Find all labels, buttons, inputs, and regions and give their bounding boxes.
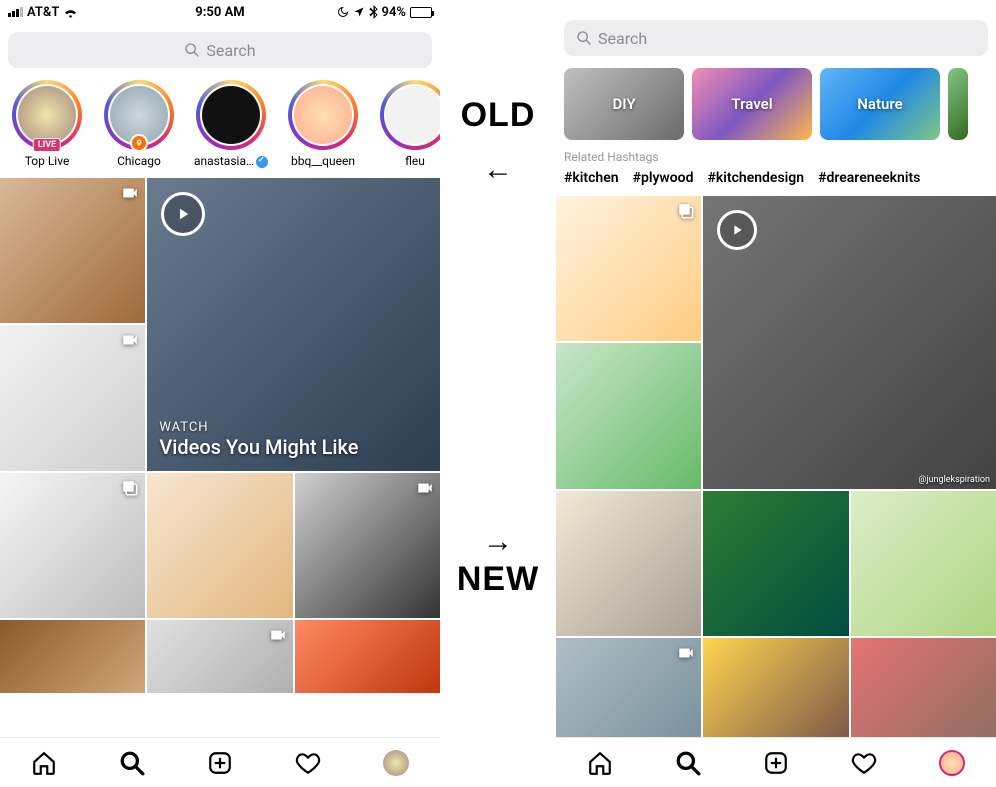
location-arrow-icon — [353, 6, 365, 18]
topic-travel[interactable]: Travel — [692, 68, 812, 140]
grid-cell[interactable] — [147, 620, 292, 693]
nav-search[interactable] — [675, 750, 701, 776]
nav-activity[interactable] — [295, 750, 321, 776]
old-label: OLD — [461, 96, 536, 135]
topic-more[interactable] — [948, 68, 968, 140]
search-input[interactable]: Search — [564, 20, 988, 56]
featured-video-card[interactable]: WATCH Videos You Might Like — [147, 178, 440, 471]
story-bbq-queen[interactable]: bbq__queen — [284, 80, 362, 168]
video-icon — [121, 184, 139, 202]
nav-new-post[interactable] — [763, 750, 789, 776]
carrier-label: AT&T — [27, 5, 59, 20]
hashtag[interactable]: #plywood — [633, 170, 694, 186]
moon-icon — [337, 6, 349, 18]
bluetooth-icon — [369, 5, 378, 19]
story-fleur[interactable]: fleu — [376, 80, 440, 168]
explore-grid-new[interactable]: @junglekspiration — [556, 196, 996, 787]
status-bar: AT&T 9:50 AM 94% — [0, 0, 440, 24]
wifi-icon — [63, 7, 78, 18]
story-label: anastasia… — [194, 154, 268, 168]
hashtag-row[interactable]: #kitchen #plywood #kitchendesign #dreare… — [556, 170, 996, 196]
grid-cell[interactable] — [0, 325, 145, 470]
video-icon — [121, 331, 139, 349]
explore-grid-old[interactable]: WATCH Videos You Might Like — [0, 178, 440, 743]
featured-title: Videos You Might Like — [159, 435, 428, 459]
grid-cell[interactable] — [556, 196, 701, 341]
grid-cell[interactable] — [295, 473, 440, 618]
search-placeholder: Search — [206, 41, 255, 60]
status-left: AT&T — [8, 5, 78, 20]
clock: 9:50 AM — [195, 5, 244, 20]
grid-cell[interactable] — [295, 620, 440, 693]
arrow-left-icon: ← — [483, 152, 513, 187]
nav-new-post[interactable] — [207, 750, 233, 776]
grid-cell[interactable] — [0, 178, 145, 323]
topic-nature[interactable]: Nature — [820, 68, 940, 140]
story-top-live[interactable]: LIVE Top Live — [8, 80, 86, 168]
play-icon — [717, 210, 757, 250]
hashtag[interactable]: #dreareneeknits — [818, 170, 920, 186]
bottom-nav — [0, 737, 440, 787]
featured-video-cell[interactable]: @junglekspiration — [703, 196, 996, 489]
bottom-nav — [556, 737, 996, 787]
nav-home[interactable] — [31, 750, 57, 776]
related-hashtags-label: Related Hashtags — [556, 150, 996, 170]
grid-cell[interactable] — [703, 638, 848, 747]
carousel-icon — [121, 479, 139, 497]
grid-cell[interactable] — [0, 620, 145, 693]
status-right: 94% — [337, 5, 432, 20]
nav-home[interactable] — [587, 750, 613, 776]
credit-label: @junglekspiration — [918, 475, 990, 485]
grid-cell[interactable] — [851, 638, 996, 747]
topic-diy[interactable]: DIY — [564, 68, 684, 140]
grid-cell[interactable] — [556, 638, 701, 747]
video-icon — [269, 626, 287, 644]
arrow-right-icon: → — [483, 524, 513, 559]
search-container: Search — [0, 24, 440, 76]
new-explore-screen: Search DIY Travel Nature Related Hashtag… — [556, 0, 996, 787]
carousel-icon — [677, 202, 695, 220]
grid-cell[interactable] — [556, 491, 701, 636]
story-label: bbq__queen — [291, 154, 355, 168]
hashtag[interactable]: #kitchen — [564, 170, 619, 186]
grid-cell[interactable] — [703, 491, 848, 636]
nav-profile[interactable] — [383, 750, 409, 776]
nav-search[interactable] — [119, 750, 145, 776]
grid-cell[interactable] — [0, 473, 145, 618]
hashtag[interactable]: #kitchendesign — [707, 170, 804, 186]
battery-pct: 94% — [382, 5, 406, 20]
story-label: fleu — [405, 154, 425, 168]
story-chicago[interactable]: Chicago — [100, 80, 178, 168]
search-container: Search — [556, 0, 996, 64]
topic-row[interactable]: DIY Travel Nature — [556, 64, 996, 150]
video-icon — [416, 479, 434, 497]
nav-activity[interactable] — [851, 750, 877, 776]
comparison-labels: OLD ← → NEW — [440, 0, 556, 787]
battery-icon — [410, 7, 432, 18]
stories-row[interactable]: LIVE Top Live Chicago anastasia… bbq__qu… — [0, 76, 440, 178]
signal-icon — [8, 7, 23, 17]
story-label: Chicago — [117, 154, 161, 168]
grid-cell[interactable] — [556, 343, 701, 488]
nav-profile[interactable] — [939, 750, 965, 776]
search-input[interactable]: Search — [8, 32, 432, 68]
story-anastasia[interactable]: anastasia… — [192, 80, 270, 168]
search-icon — [184, 42, 200, 58]
featured-watch-label: WATCH — [159, 420, 428, 435]
location-badge-icon — [130, 134, 148, 152]
video-icon — [677, 644, 695, 662]
new-label: NEW — [457, 560, 539, 599]
verified-icon — [256, 156, 268, 168]
grid-cell[interactable] — [147, 473, 292, 618]
old-explore-screen: AT&T 9:50 AM 94% Search LIVE Top Live — [0, 0, 440, 787]
story-label: Top Live — [25, 154, 70, 168]
search-placeholder: Search — [598, 29, 647, 48]
live-badge: LIVE — [33, 138, 61, 152]
search-icon — [576, 30, 592, 46]
grid-cell[interactable] — [851, 491, 996, 636]
